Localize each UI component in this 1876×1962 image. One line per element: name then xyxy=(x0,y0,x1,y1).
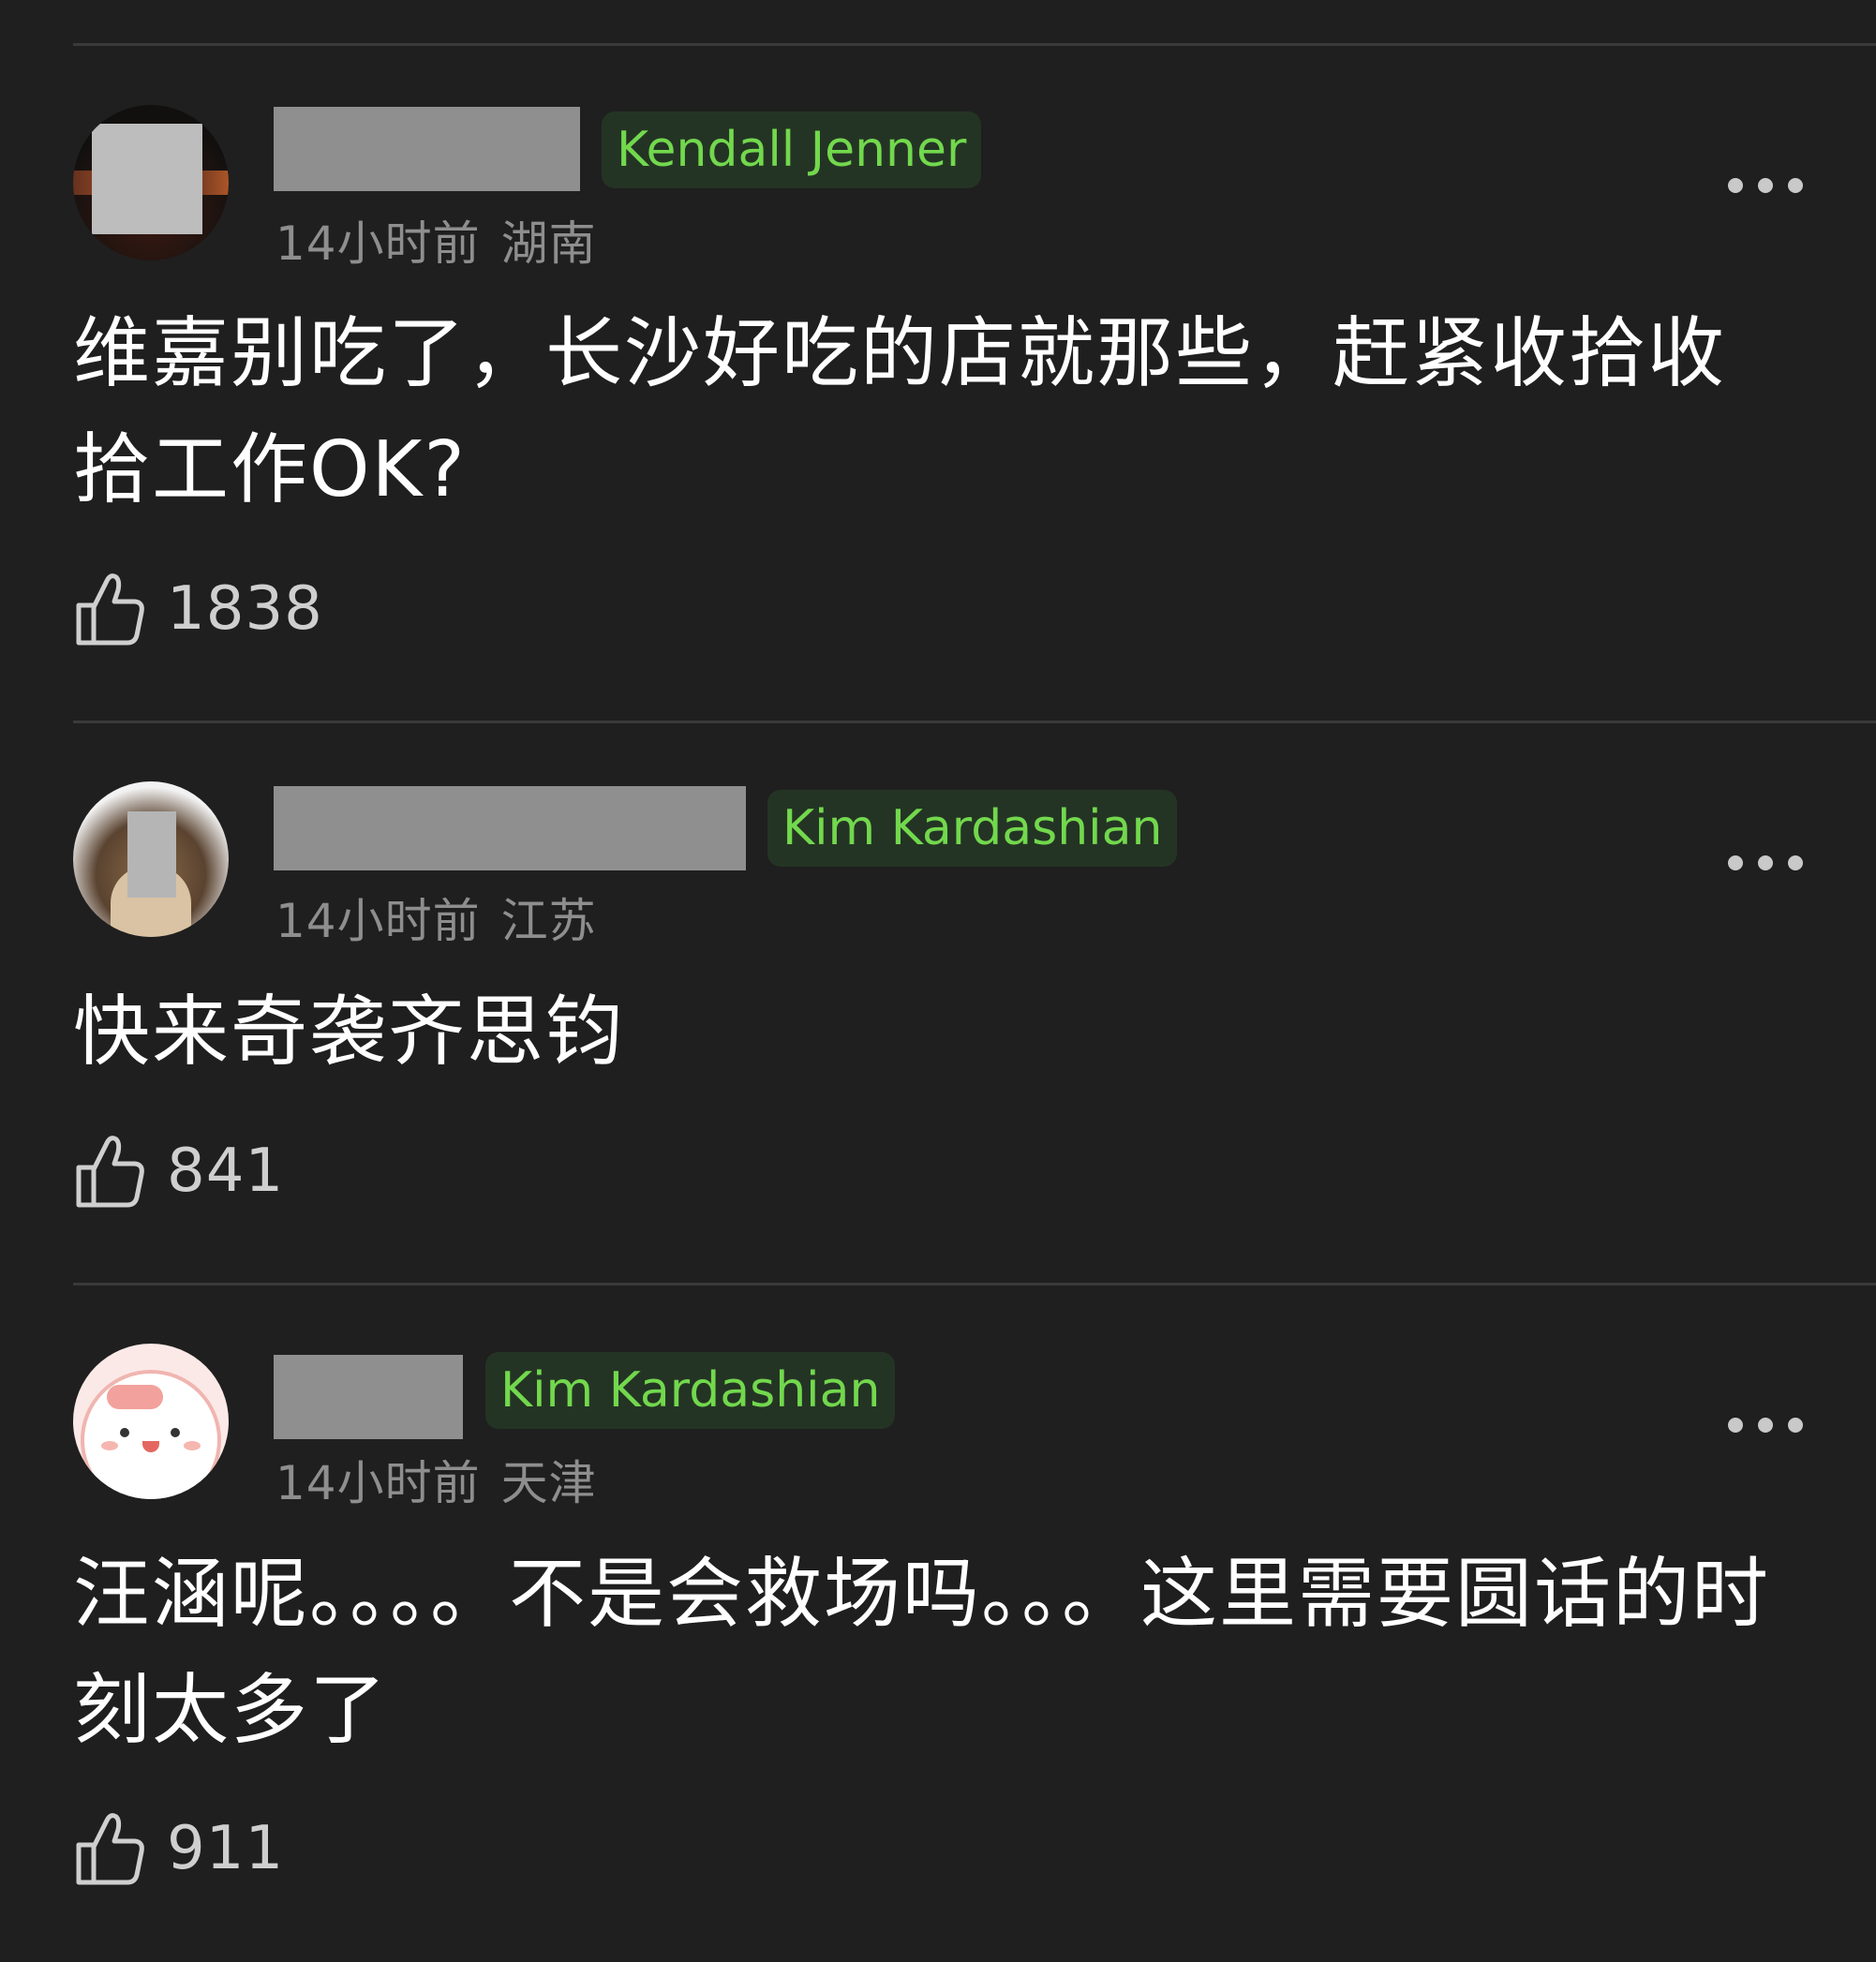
thumbs-up-icon xyxy=(75,1811,146,1886)
comment-location: 江苏 xyxy=(500,894,597,948)
comment-list: { "comments": [ { "tag": "Kendall Jenner… xyxy=(0,0,1876,1962)
like-button[interactable]: 841 xyxy=(75,1134,284,1209)
user-tag: Kim Kardashian xyxy=(485,1352,896,1429)
comment-location: 湖南 xyxy=(500,216,597,271)
thumbs-up-icon xyxy=(75,1134,146,1209)
more-dots-icon[interactable] xyxy=(1728,174,1803,197)
like-count: 1838 xyxy=(167,574,323,644)
comment-text: 维嘉别吃了，长沙好吃的店就那些，赶紧收拾收拾工作OK? xyxy=(73,309,1727,514)
comment-meta: 14小时前 江苏 xyxy=(275,884,597,951)
like-button[interactable]: 911 xyxy=(75,1811,284,1886)
username-redacted[interactable] xyxy=(274,107,580,191)
like-count: 841 xyxy=(167,1137,285,1206)
divider xyxy=(73,721,1876,723)
comment-text: 快来奇袭齐思钧 xyxy=(73,988,625,1077)
avatar[interactable] xyxy=(73,1344,229,1499)
avatar[interactable] xyxy=(73,105,229,260)
comment-location: 天津 xyxy=(500,1456,597,1510)
divider xyxy=(73,1283,1876,1286)
like-button[interactable]: 1838 xyxy=(75,572,323,647)
thumbs-up-icon xyxy=(75,572,146,647)
username-redacted[interactable] xyxy=(274,1355,463,1439)
comment-meta: 14小时前 湖南 xyxy=(275,206,597,274)
avatar[interactable] xyxy=(73,781,229,937)
user-tag: Kendall Jenner xyxy=(602,111,982,188)
comment-time: 14小时前 xyxy=(275,216,481,271)
username-redacted[interactable] xyxy=(274,786,746,870)
like-count: 911 xyxy=(167,1814,285,1883)
more-dots-icon[interactable] xyxy=(1728,852,1803,874)
comment-time: 14小时前 xyxy=(275,1456,481,1510)
more-dots-icon[interactable] xyxy=(1728,1414,1803,1436)
comment-meta: 14小时前 天津 xyxy=(275,1446,597,1513)
divider xyxy=(73,43,1876,46)
comment-text: 汪涵呢。。。。不是会救场吗。。。这里需要圆话的时刻太多了 xyxy=(73,1550,1771,1755)
user-tag: Kim Kardashian xyxy=(767,790,1178,867)
comment-time: 14小时前 xyxy=(275,894,481,948)
